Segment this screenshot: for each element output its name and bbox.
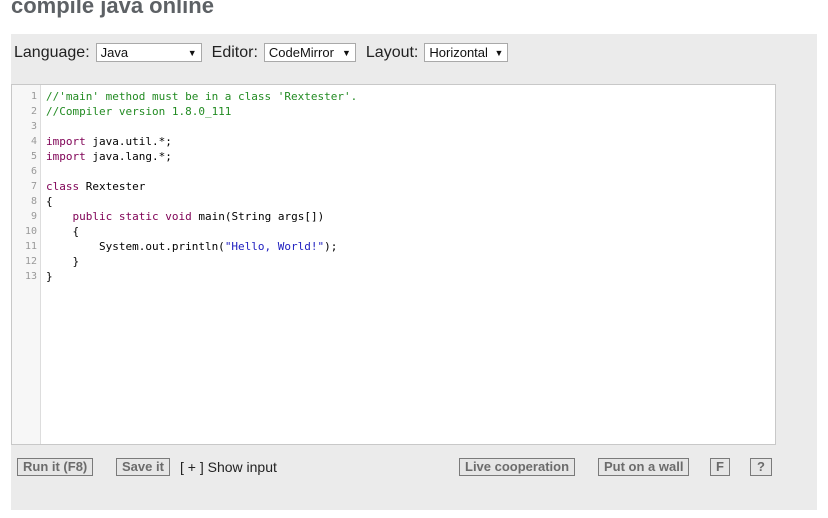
chevron-down-icon: ▼ — [187, 47, 197, 58]
compiler-panel: Language: Java ▼ Editor: CodeMirror ▼ La… — [11, 34, 817, 510]
code-area[interactable]: //'main' method must be in a class 'Rext… — [46, 89, 357, 284]
language-label: Language: — [14, 43, 90, 61]
line-number: 1 — [30, 91, 37, 102]
line-number: 8 — [30, 196, 37, 207]
code-line: { — [46, 225, 80, 238]
line-number: 2 — [30, 106, 37, 117]
editor-label: Editor: — [211, 43, 258, 61]
layout-select[interactable]: Horizontal ▼ — [424, 43, 509, 62]
code-line: import java.lang.*; — [46, 150, 172, 163]
help-button[interactable]: ? — [750, 458, 772, 476]
put-on-wall-button[interactable]: Put on a wall — [598, 458, 690, 476]
live-cooperation-button[interactable]: Live cooperation — [459, 458, 576, 476]
chevron-down-icon: ▼ — [341, 47, 351, 58]
editor-select[interactable]: CodeMirror ▼ — [263, 43, 356, 62]
code-line: //Compiler version 1.8.0_111 — [46, 105, 232, 118]
layout-select-value: Horizontal — [429, 45, 488, 60]
line-number: 10 — [24, 226, 37, 237]
code-line: //'main' method must be in a class 'Rext… — [46, 90, 358, 103]
save-button[interactable]: Save it — [116, 458, 170, 476]
line-number: 5 — [30, 151, 37, 162]
line-number-gutter: 1 2 3 4 5 6 7 8 9 10 11 12 13 — [12, 85, 41, 444]
line-number: 4 — [30, 136, 37, 147]
language-select-value: Java — [100, 45, 129, 60]
show-input-toggle[interactable]: [ + ] Show input — [180, 458, 277, 476]
code-line: import java.util.*; — [46, 135, 172, 148]
language-select[interactable]: Java ▼ — [95, 43, 202, 62]
chevron-down-icon: ▼ — [494, 47, 504, 58]
line-number: 11 — [24, 241, 37, 252]
line-number: 9 — [30, 211, 37, 222]
code-line: } — [46, 255, 80, 268]
code-line: public static void main(String args[]) — [72, 210, 325, 223]
line-numbers: 1 2 3 4 5 6 7 8 9 10 11 12 13 — [12, 89, 37, 284]
code-line: ​ — [46, 164, 357, 179]
line-number: 6 — [30, 166, 37, 177]
layout-label: Layout: — [365, 43, 419, 61]
code-line: ​ — [46, 119, 357, 134]
line-number: 13 — [24, 271, 37, 282]
settings-toolbar: Language: Java ▼ Editor: CodeMirror ▼ La… — [14, 43, 518, 62]
run-button[interactable]: Run it (F8) — [17, 458, 94, 476]
f-button[interactable]: F — [710, 458, 730, 476]
code-line: System.out.println("Hello, World!"); — [46, 240, 338, 253]
code-line: { — [46, 195, 53, 208]
line-number: 12 — [24, 256, 37, 267]
line-number: 3 — [30, 121, 37, 132]
code-line: class Rextester — [46, 180, 146, 193]
code-line: } — [46, 270, 53, 283]
action-bar: Run it (F8) Save it [ + ] Show input Liv… — [14, 458, 814, 480]
page-title: compile java online — [11, 0, 214, 18]
code-editor[interactable]: 1 2 3 4 5 6 7 8 9 10 11 12 13 //'main' method must b… — [11, 84, 776, 445]
line-number: 7 — [30, 181, 37, 192]
editor-select-value: CodeMirror — [268, 45, 334, 60]
